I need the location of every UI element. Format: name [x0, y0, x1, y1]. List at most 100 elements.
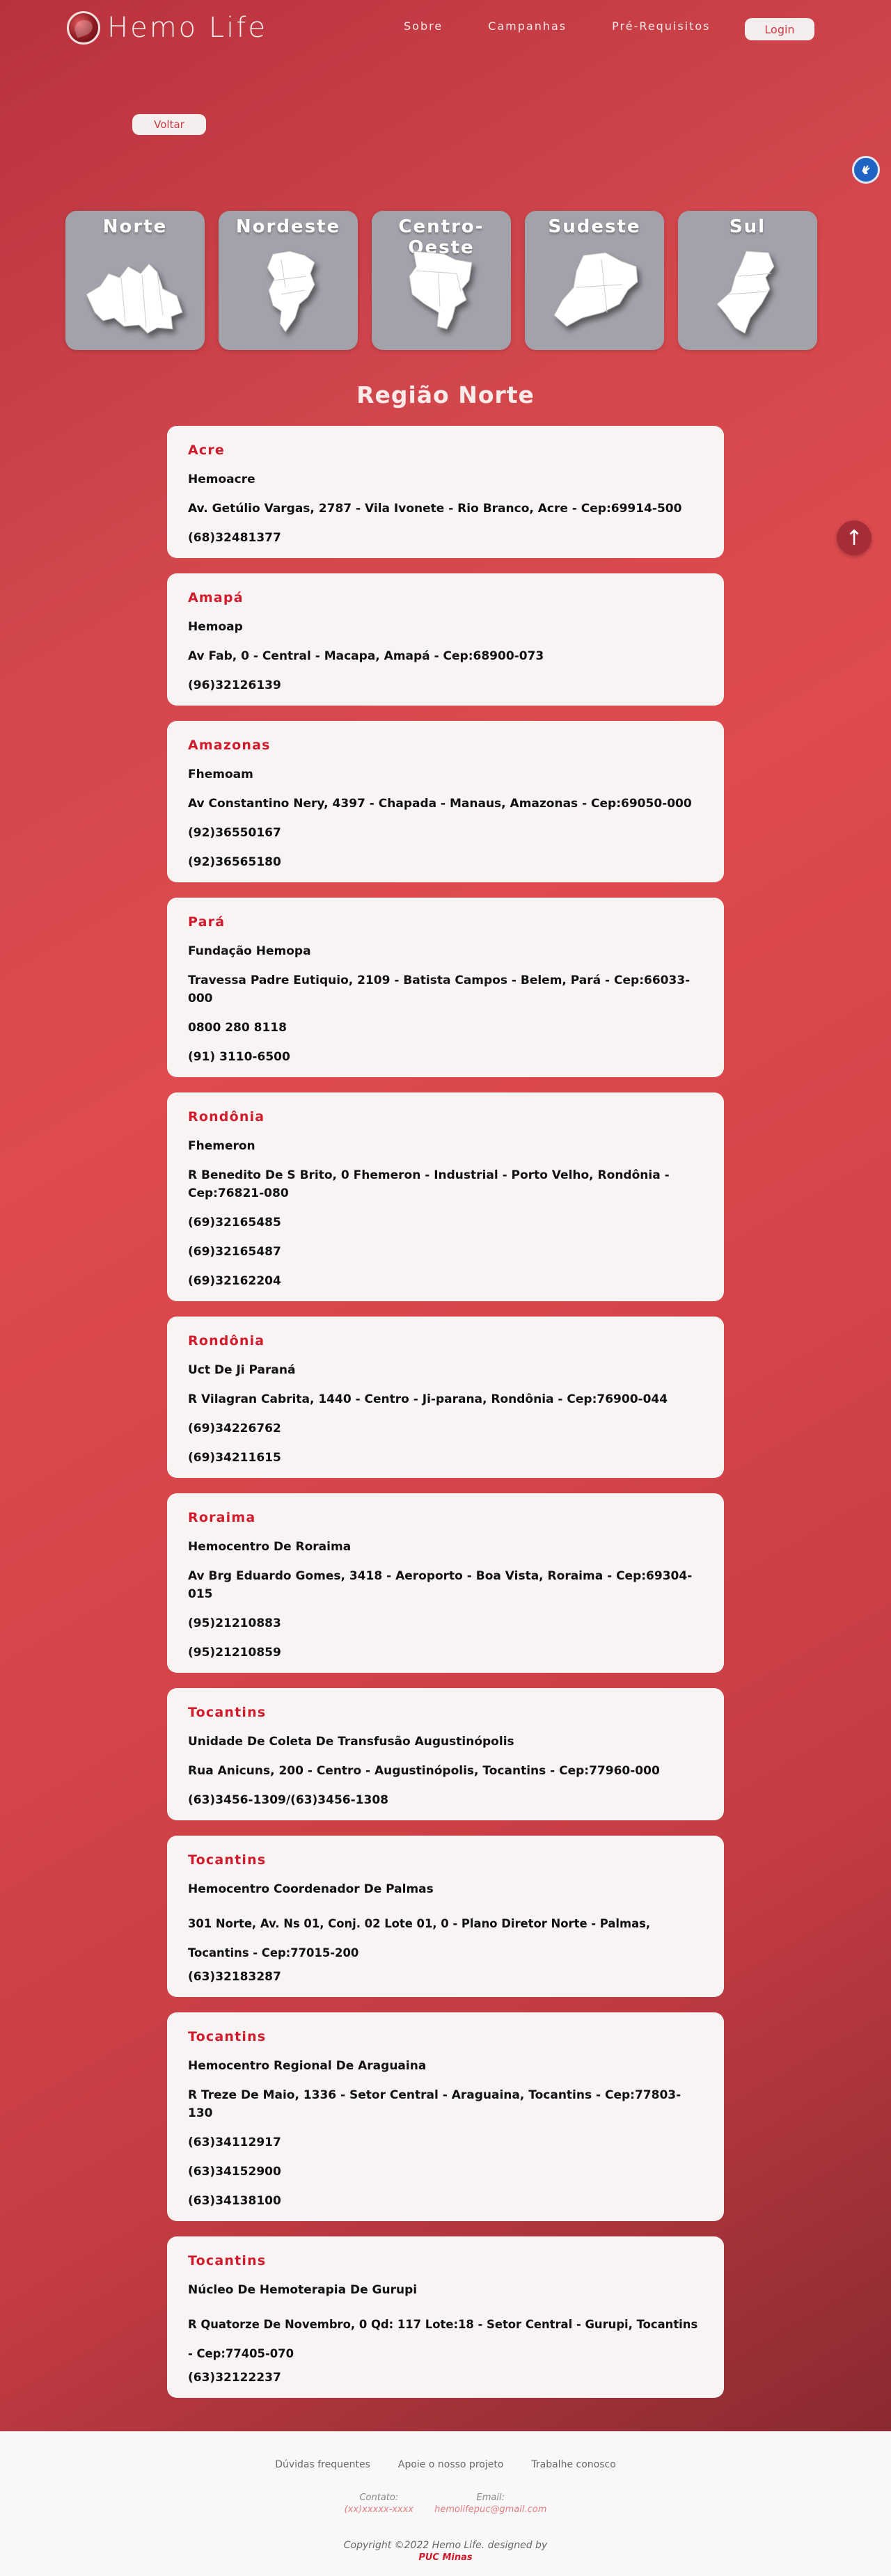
- center-phone: (63)34112917: [188, 2136, 281, 2149]
- center-card: Roraima Hemocentro De Roraima Av Brg Edu…: [167, 1493, 724, 1673]
- center-address: R Vilagran Cabrita, 1440 - Centro - Ji-p…: [188, 1392, 668, 1406]
- center-phone: (91) 3110-6500: [188, 1050, 290, 1064]
- center-name: Fhemoam: [188, 768, 253, 781]
- copyright: Copyright ©2022 Hemo Life. designed by P…: [0, 2540, 891, 2563]
- region-name: Nordeste: [235, 216, 341, 237]
- center-state: Roraima: [188, 1510, 256, 1525]
- center-name: Unidade De Coleta De Transfusão Augustin…: [188, 1735, 514, 1749]
- logo-text: Hemo Life: [107, 12, 267, 44]
- center-phone: (69)34211615: [188, 1451, 281, 1465]
- back-to-top-button[interactable]: ↑: [837, 520, 872, 555]
- region-card-norte[interactable]: Norte: [65, 211, 205, 350]
- center-name: Hemocentro Coordenador De Palmas: [188, 1882, 434, 1896]
- contact-label: Contato:: [359, 2492, 399, 2503]
- center-state: Rondônia: [188, 1333, 265, 1349]
- center-address: Av Fab, 0 - Central - Macapa, Amapá - Ce…: [188, 649, 544, 663]
- center-phone: (63)34138100: [188, 2194, 281, 2208]
- nav-links: Sobre Campanhas Pré-Requisitos: [404, 19, 756, 33]
- email-info: Email: hemolifepuc@gmail.com: [434, 2492, 546, 2515]
- map-sul-icon: [692, 246, 803, 343]
- center-address: Av Constantino Nery, 4397 - Chapada - Ma…: [188, 797, 692, 811]
- center-phone: (69)32165487: [188, 1245, 281, 1259]
- center-state: Pará: [188, 914, 226, 930]
- center-state: Tocantins: [188, 2253, 267, 2268]
- center-name: Hemoap: [188, 620, 243, 634]
- footer-contact-info: Contato: (xx)xxxxx-xxxx Email: hemolifep…: [0, 2492, 891, 2515]
- center-card: Amapá Hemoap Av Fab, 0 - Central - Macap…: [167, 573, 724, 706]
- center-phone: (92)36550167: [188, 826, 281, 840]
- center-name: Núcleo De Hemoterapia De Gurupi: [188, 2283, 418, 2297]
- region-card-sul[interactable]: Sul: [678, 211, 817, 350]
- region-card-sudeste[interactable]: Sudeste: [525, 211, 664, 350]
- center-address: R Treze De Maio, 1336 - Setor Central - …: [188, 2088, 681, 2120]
- center-card: Tocantins Núcleo De Hemoterapia De Gurup…: [167, 2236, 724, 2398]
- copyright-text: Copyright ©2022 Hemo Life. designed by: [343, 2540, 548, 2551]
- email-label: Email:: [476, 2492, 505, 2503]
- designer-name: PUC Minas: [418, 2552, 473, 2563]
- center-address: R Benedito De S Brito, 0 Fhemeron - Indu…: [188, 1168, 670, 1200]
- center-card: Pará Fundação Hemopa Travessa Padre Euti…: [167, 898, 724, 1077]
- map-centro-oeste-icon: [386, 246, 497, 343]
- nav-link-sobre[interactable]: Sobre: [404, 19, 443, 33]
- center-state: Tocantins: [188, 2029, 267, 2044]
- center-phone: (63)32183287: [188, 1970, 281, 1984]
- region-name: Sul: [729, 216, 766, 237]
- map-sudeste-icon: [539, 246, 650, 343]
- center-phone: 0800 280 8118: [188, 1021, 287, 1035]
- center-address: Travessa Padre Eutiquio, 2109 - Batista …: [188, 973, 691, 1005]
- region-card-nordeste[interactable]: Nordeste: [219, 211, 358, 350]
- center-state: Tocantins: [188, 1852, 267, 1868]
- footer: Dúvidas frequentes Apoie o nosso projeto…: [0, 2431, 891, 2576]
- center-card: Acre Hemoacre Av. Getúlio Vargas, 2787 -…: [167, 426, 724, 558]
- nav-link-campanhas[interactable]: Campanhas: [488, 19, 567, 33]
- center-state: Acre: [188, 443, 226, 458]
- login-button[interactable]: Login: [745, 18, 814, 40]
- center-card: Tocantins Hemocentro Regional De Araguai…: [167, 2012, 724, 2221]
- logo[interactable]: Hemo Life: [67, 11, 267, 45]
- center-phone: (63)34152900: [188, 2165, 281, 2179]
- sign-language-icon[interactable]: [852, 156, 880, 184]
- footer-link-faq[interactable]: Dúvidas frequentes: [275, 2459, 370, 2470]
- center-phone: (68)32481377: [188, 531, 281, 545]
- center-card: Tocantins Unidade De Coleta De Transfusã…: [167, 1688, 724, 1820]
- navbar: Hemo Life Sobre Campanhas Pré-Requisitos…: [0, 0, 891, 58]
- region-card-centro-oeste[interactable]: Centro-Oeste: [372, 211, 511, 350]
- center-phone: (95)21210859: [188, 1646, 281, 1660]
- center-address: 301 Norte, Av. Ns 01, Conj. 02 Lote 01, …: [188, 1917, 651, 1959]
- page-background: Hemo Life Sobre Campanhas Pré-Requisitos…: [0, 0, 891, 2431]
- back-button[interactable]: Voltar: [132, 114, 206, 135]
- footer-link-support[interactable]: Apoie o nosso projeto: [398, 2459, 504, 2470]
- center-address: R Quatorze De Novembro, 0 Qd: 117 Lote:1…: [188, 2318, 698, 2360]
- center-name: Hemocentro De Roraima: [188, 1540, 352, 1554]
- center-name: Fhemeron: [188, 1139, 255, 1153]
- center-state: Tocantins: [188, 1705, 267, 1720]
- region-name: Norte: [102, 216, 168, 237]
- footer-links: Dúvidas frequentes Apoie o nosso projeto…: [0, 2459, 891, 2470]
- contact-info: Contato: (xx)xxxxx-xxxx: [345, 2492, 413, 2515]
- center-state: Amazonas: [188, 738, 271, 753]
- center-card: Amazonas Fhemoam Av Constantino Nery, 43…: [167, 721, 724, 882]
- center-state: Rondônia: [188, 1109, 265, 1124]
- center-phone: (69)32165485: [188, 1216, 281, 1230]
- center-card: Tocantins Hemocentro Coordenador De Palm…: [167, 1836, 724, 1997]
- center-phone: (95)21210883: [188, 1616, 281, 1630]
- center-address: Av Brg Eduardo Gomes, 3418 - Aeroporto -…: [188, 1569, 693, 1601]
- contact-value: (xx)xxxxx-xxxx: [344, 2504, 414, 2515]
- region-selector: Norte Nordeste Centro-Oeste Sudeste Sul: [65, 211, 817, 350]
- email-value[interactable]: hemolifepuc@gmail.com: [434, 2504, 546, 2515]
- center-phone: (69)32162204: [188, 1274, 281, 1288]
- center-state: Amapá: [188, 590, 244, 605]
- center-card: Rondônia Uct De Ji Paraná R Vilagran Cab…: [167, 1317, 724, 1478]
- center-address: Av. Getúlio Vargas, 2787 - Vila Ivonete …: [188, 502, 682, 516]
- map-nordeste-icon: [232, 246, 344, 343]
- section-title: Região Norte: [356, 381, 535, 408]
- center-phone: (96)32126139: [188, 678, 281, 692]
- center-name: Hemoacre: [188, 472, 255, 486]
- footer-link-careers[interactable]: Trabalhe conosco: [531, 2459, 615, 2470]
- region-name: Sudeste: [548, 216, 641, 237]
- blood-center-list: Acre Hemoacre Av. Getúlio Vargas, 2787 -…: [167, 426, 724, 2413]
- nav-link-pre-requisitos[interactable]: Pré-Requisitos: [612, 19, 710, 33]
- arrow-up-icon: ↑: [845, 525, 863, 550]
- center-phone: (69)34226762: [188, 1422, 281, 1436]
- center-name: Fundação Hemopa: [188, 944, 311, 958]
